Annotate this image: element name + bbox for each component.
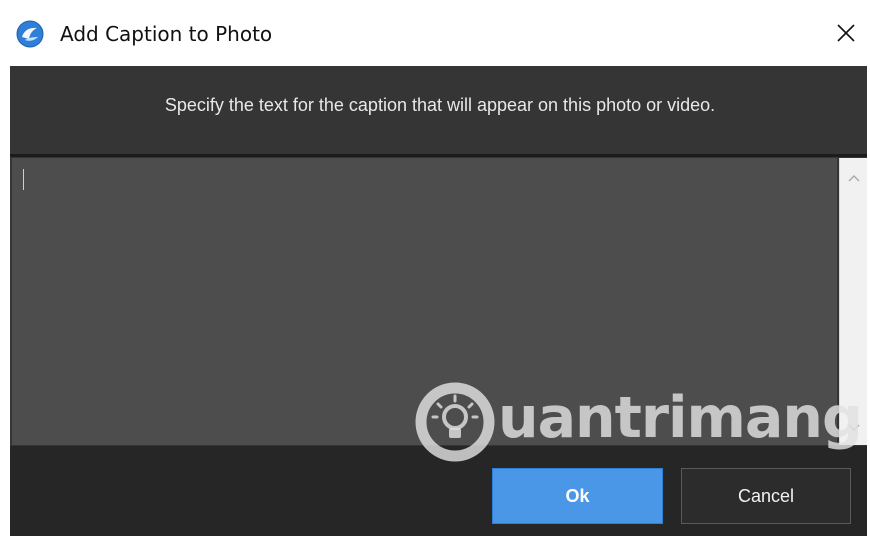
- button-bar: Ok Cancel: [10, 446, 867, 536]
- caption-input[interactable]: [12, 158, 837, 445]
- vertical-scrollbar[interactable]: [839, 158, 867, 445]
- text-caret: [23, 169, 24, 190]
- dialog-body: Specify the text for the caption that wi…: [10, 66, 867, 536]
- ok-button[interactable]: Ok: [492, 468, 663, 524]
- cancel-button[interactable]: Cancel: [681, 468, 851, 524]
- close-button[interactable]: [822, 10, 870, 56]
- scroll-up-button[interactable]: [846, 170, 862, 186]
- chevron-down-icon: [848, 424, 860, 431]
- chevron-up-icon: [848, 175, 860, 182]
- photo-app-icon: [16, 20, 44, 48]
- title-bar: Add Caption to Photo: [0, 0, 870, 66]
- caption-frame: [10, 154, 867, 446]
- scroll-down-button[interactable]: [846, 420, 862, 436]
- window-title: Add Caption to Photo: [60, 22, 273, 46]
- close-icon: [837, 24, 855, 42]
- instructions-text: Specify the text for the caption that wi…: [164, 95, 716, 115]
